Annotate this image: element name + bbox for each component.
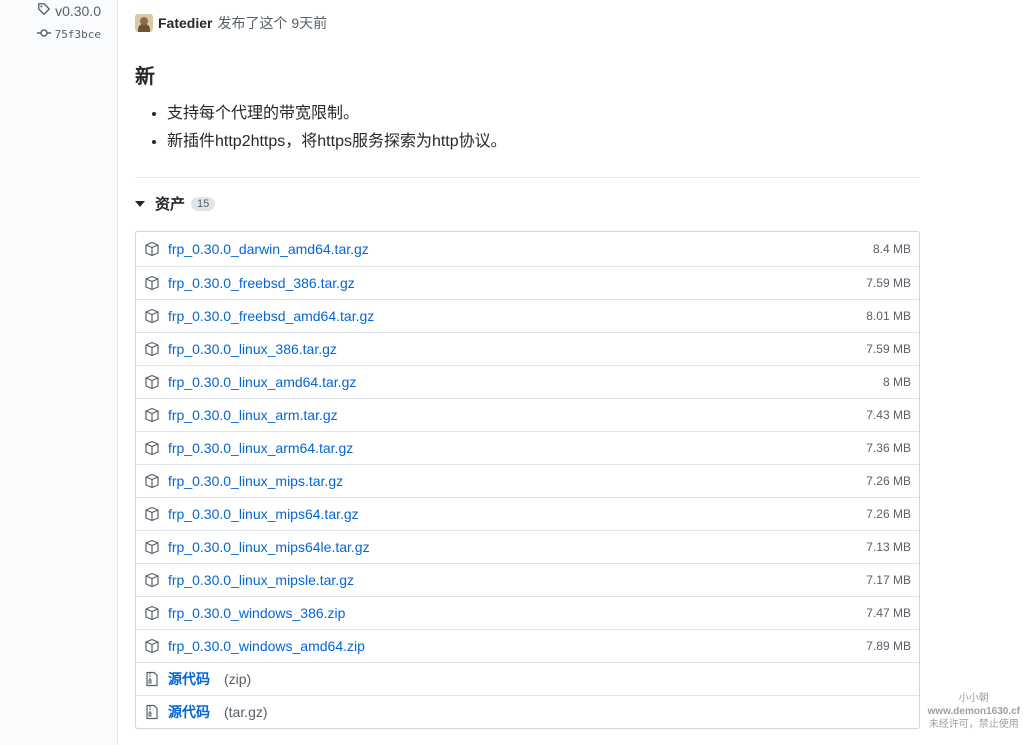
asset-size: 7.47 MB [866,606,911,620]
asset-download-link[interactable]: frp_0.30.0_windows_386.zip [168,605,866,621]
git-commit-icon [36,28,51,41]
asset-download-link[interactable]: frp_0.30.0_linux_amd64.tar.gz [168,374,883,390]
asset-size: 7.43 MB [866,408,911,422]
triangle-down-icon [135,200,145,207]
package-icon [144,241,160,257]
package-icon [144,506,160,522]
asset-size: 8.01 MB [866,309,911,323]
asset-size: 8 MB [882,375,911,389]
author-link[interactable]: Fatedier [158,15,212,31]
asset-row: frp_0.30.0_linux_mipsle.tar.gz 7.17 MB [136,563,919,596]
package-icon [144,473,160,489]
asset-download-link[interactable]: frp_0.30.0_freebsd_amd64.tar.gz [168,308,866,324]
asset-row: frp_0.30.0_linux_mips.tar.gz 7.26 MB [136,464,919,497]
package-icon [144,539,160,555]
asset-list: frp_0.30.0_darwin_amd64.tar.gz 8.4 MB frp_… [135,231,920,729]
watermark-line: 未经许可，禁止使用 [928,719,1019,730]
asset-size: 7.36 MB [866,441,911,455]
asset-row: frp_0.30.0_linux_amd64.tar.gz 8 MB [136,365,919,398]
package-icon [144,605,160,621]
package-icon [144,440,160,456]
asset-size: 7.89 MB [866,639,911,653]
asset-download-link[interactable]: frp_0.30.0_linux_mips64.tar.gz [168,506,866,522]
asset-size: 7.17 MB [866,573,911,587]
assets-count-badge: 15 [191,196,216,211]
release-notes: 支持每个代理的带宽限制。 新插件http2https，将https服务探索为ht… [135,100,507,156]
commit-link[interactable]: 75f3bce [36,28,101,41]
asset-download-link[interactable]: frp_0.30.0_linux_arm.tar.gz [168,407,866,423]
package-icon [144,572,160,588]
asset-download-link[interactable]: frp_0.30.0_linux_mips.tar.gz [168,473,866,489]
source-code-row: 源代码 (zip) [136,662,919,695]
asset-row: frp_0.30.0_windows_amd64.zip 7.89 MB [136,629,919,662]
tag-icon [37,2,51,19]
asset-size: 7.59 MB [866,342,911,356]
asset-size: 7.13 MB [866,540,911,554]
release-note-item: 支持每个代理的带宽限制。 [167,100,507,128]
source-code-link[interactable]: 源代码 [168,702,210,722]
asset-size: 7.59 MB [866,276,911,290]
source-code-format: (zip) [224,671,252,687]
release-note-item: 新插件http2https，将https服务探索为http协议。 [167,128,507,156]
asset-size: 7.26 MB [866,507,911,521]
asset-size: 8.4 MB [872,242,911,256]
asset-download-link[interactable]: frp_0.30.0_linux_arm64.tar.gz [168,440,866,456]
package-icon [144,308,160,324]
package-icon [144,341,160,357]
release-sidebar: v0.30.0 75f3bce [0,0,118,745]
watermark: 小小朝 www.demon1630.cf 未经许可，禁止使用 [928,692,1020,731]
asset-row: frp_0.30.0_linux_mips64le.tar.gz 7.13 MB [136,530,919,563]
published-text: 发布了这个 9天前 [217,15,328,31]
asset-download-link[interactable]: frp_0.30.0_freebsd_386.tar.gz [168,275,866,291]
asset-row: frp_0.30.0_linux_mips64.tar.gz 7.26 MB [136,497,919,530]
avatar[interactable] [135,14,153,32]
asset-row: frp_0.30.0_darwin_amd64.tar.gz 8.4 MB [136,232,919,266]
asset-download-link[interactable]: frp_0.30.0_linux_mipsle.tar.gz [168,572,866,588]
asset-row: frp_0.30.0_freebsd_amd64.tar.gz 8.01 MB [136,299,919,332]
package-icon [144,374,160,390]
asset-download-link[interactable]: frp_0.30.0_linux_mips64le.tar.gz [168,539,866,555]
package-icon [144,638,160,654]
release-tag-link[interactable]: v0.30.0 [37,2,101,19]
source-code-format: (tar.gz) [224,704,268,720]
asset-row: frp_0.30.0_linux_arm.tar.gz 7.43 MB [136,398,919,431]
asset-download-link[interactable]: frp_0.30.0_linux_386.tar.gz [168,341,866,357]
asset-row: frp_0.30.0_freebsd_386.tar.gz 7.59 MB [136,266,919,299]
assets-heading: 资产 [155,196,186,213]
package-icon [144,407,160,423]
asset-row: frp_0.30.0_linux_arm64.tar.gz 7.36 MB [136,431,919,464]
commit-sha: 75f3bce [54,28,101,41]
release-title: 新 [135,66,155,88]
watermark-url: www.demon1630.cf [927,706,1020,717]
tag-label: v0.30.0 [55,2,101,19]
section-divider [135,177,920,178]
file-zip-icon [144,704,160,720]
package-icon [144,275,160,291]
release-byline: Fatedier 发布了这个 9天前 [135,13,327,33]
asset-row: frp_0.30.0_linux_386.tar.gz 7.59 MB [136,332,919,365]
asset-size: 7.26 MB [866,474,911,488]
watermark-line: 小小朝 [958,693,989,704]
asset-download-link[interactable]: frp_0.30.0_windows_amd64.zip [168,638,866,654]
source-code-link[interactable]: 源代码 [168,669,210,689]
file-zip-icon [144,671,160,687]
asset-row: frp_0.30.0_windows_386.zip 7.47 MB [136,596,919,629]
assets-toggle[interactable]: 资产 15 [135,193,216,214]
source-code-row: 源代码 (tar.gz) [136,695,919,728]
asset-download-link[interactable]: frp_0.30.0_darwin_amd64.tar.gz [168,241,873,257]
